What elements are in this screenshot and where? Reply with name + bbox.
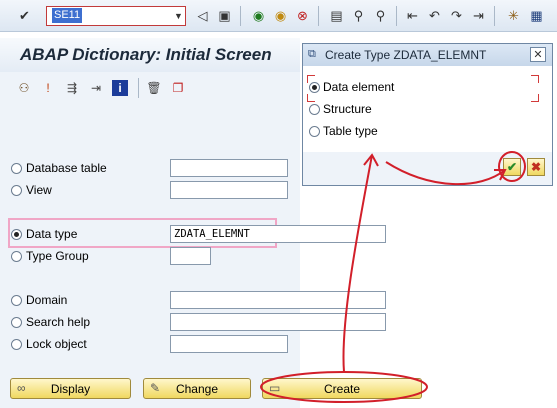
radio-type-group[interactable]	[11, 251, 22, 262]
radio-data-element[interactable]	[309, 82, 320, 93]
first-page-icon[interactable]: ⇤	[404, 7, 421, 24]
label-type-group: Type Group	[26, 249, 89, 263]
radio-domain[interactable]	[11, 295, 22, 306]
display-object-list-icon[interactable]: ⇶	[64, 80, 80, 96]
focus-corner	[531, 94, 539, 102]
label-data-type: Data type	[26, 227, 78, 241]
information-icon[interactable]: i	[112, 80, 128, 96]
create-button-label: Create	[323, 382, 361, 396]
radio-structure[interactable]	[309, 104, 320, 115]
previous-page-icon[interactable]: ↶	[426, 7, 443, 24]
display-button[interactable]: ∞ Display	[10, 378, 131, 399]
create-button[interactable]: ▭ Create	[262, 378, 422, 399]
exit-icon[interactable]: ◉	[272, 7, 289, 24]
chevron-down-icon[interactable]: ▼	[171, 6, 186, 26]
radio-database-table[interactable]	[11, 163, 22, 174]
help-icon[interactable]: ▦	[528, 7, 545, 24]
toolbar-separator	[494, 6, 495, 26]
cancel-x-icon[interactable]: ✖	[527, 158, 545, 176]
enter-icon[interactable]: ✔	[16, 7, 33, 24]
dialog-window-icon: ⧉	[308, 48, 316, 60]
find-next-icon[interactable]: ⚲	[372, 7, 389, 24]
label-domain: Domain	[26, 293, 68, 307]
search-help-field[interactable]	[170, 313, 386, 331]
label-lock-object: Lock object	[26, 337, 87, 351]
annotation-arrow-up	[342, 154, 373, 373]
data-type-value: ZDATA_ELEMNT	[174, 228, 250, 240]
create-session-icon[interactable]: ✳	[505, 7, 522, 24]
domain-field[interactable]	[170, 291, 386, 309]
annotation-circle-ok	[498, 151, 526, 182]
next-page-icon[interactable]: ↷	[448, 7, 465, 24]
display-button-label: Display	[50, 382, 91, 396]
label-view: View	[26, 183, 52, 197]
label-table-type: Table type	[323, 124, 378, 138]
label-data-element: Data element	[323, 80, 395, 94]
label-structure: Structure	[323, 102, 372, 116]
radio-data-type[interactable]	[11, 229, 22, 240]
lock-object-field[interactable]	[170, 335, 288, 353]
toolbar-separator	[138, 78, 139, 98]
radio-lock-object[interactable]	[11, 339, 22, 350]
back-arrow-icon[interactable]: ◁	[194, 7, 211, 24]
change-button[interactable]: ✎ Change	[143, 378, 251, 399]
radio-search-help[interactable]	[11, 317, 22, 328]
label-database-table: Database table	[26, 161, 107, 175]
find-icon[interactable]: ⚲	[350, 7, 367, 24]
toolbar-separator	[240, 6, 241, 26]
print-icon[interactable]: ▤	[328, 7, 345, 24]
type-group-field[interactable]	[170, 247, 211, 265]
change-button-label: Change	[175, 382, 219, 396]
other-object-icon[interactable]: ⚇	[16, 80, 32, 96]
page-title: ABAP Dictionary: Initial Screen	[20, 45, 272, 64]
focus-corner	[531, 75, 539, 83]
focus-corner	[307, 94, 315, 102]
view-field[interactable]	[170, 181, 288, 199]
delete-icon[interactable]: 🗑	[146, 80, 162, 96]
label-search-help: Search help	[26, 315, 91, 329]
last-page-icon[interactable]: ⇥	[470, 7, 487, 24]
toolbar-separator	[396, 6, 397, 26]
close-icon[interactable]: ✕	[530, 47, 546, 62]
where-used-icon[interactable]: !	[40, 80, 56, 96]
cancel-icon[interactable]: ⊗	[294, 7, 311, 24]
toolbar-separator	[318, 6, 319, 26]
display-log-icon[interactable]: ⇥	[88, 80, 104, 96]
save-icon[interactable]: ▣	[216, 7, 233, 24]
back-icon[interactable]: ◉	[250, 7, 267, 24]
dialog-title: Create Type ZDATA_ELEMNT	[325, 48, 487, 62]
database-table-field[interactable]	[170, 159, 288, 177]
copy-icon[interactable]: ❐	[170, 80, 186, 96]
command-field-value: SE11	[52, 8, 83, 23]
radio-view[interactable]	[11, 185, 22, 196]
radio-table-type[interactable]	[309, 126, 320, 137]
